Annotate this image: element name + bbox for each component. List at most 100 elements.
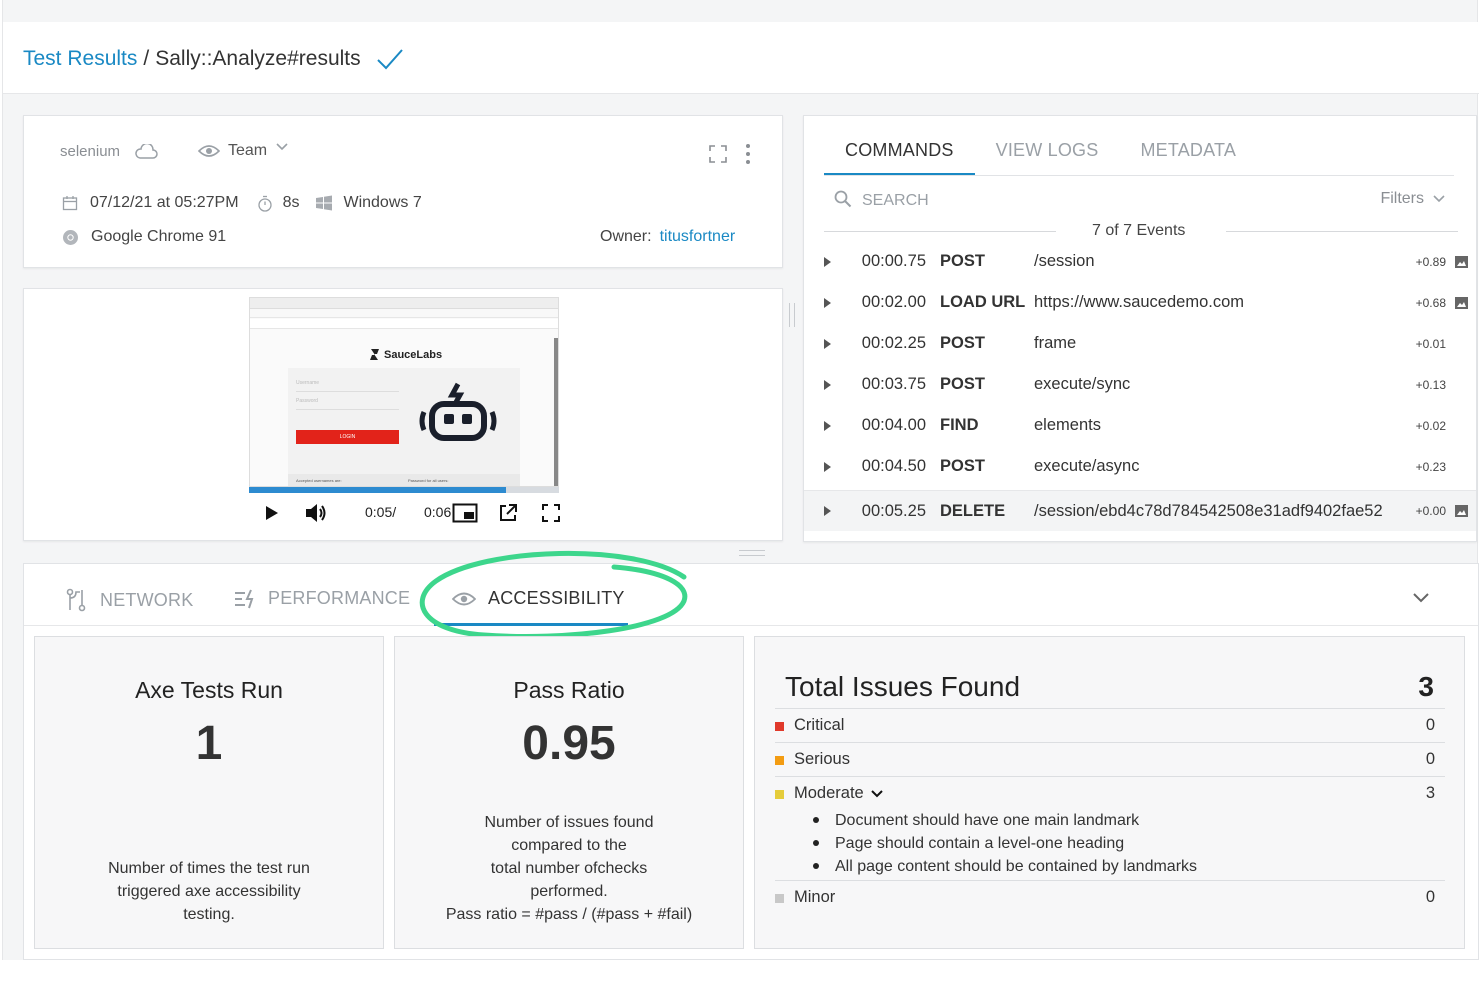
credentials-info: Accepted usernames are: Password for all…	[288, 474, 520, 486]
moderate-swatch	[775, 790, 784, 799]
owner-row: Owner: titusfortner	[600, 228, 735, 246]
passed-check-icon	[376, 49, 403, 70]
sauce-logo-icon	[370, 349, 379, 360]
expand-arrow-icon	[824, 461, 831, 472]
login-form: Username Password LOGIN	[288, 368, 520, 478]
axe-tests-description: Number of times the test run triggered a…	[108, 860, 310, 923]
chevron-down-icon	[871, 789, 883, 797]
page: Test Results / Sally::Analyze#results se…	[2, 0, 1479, 960]
password-input: Password	[296, 398, 399, 410]
owner-link[interactable]: titusfortner	[660, 228, 736, 246]
browser-chrome-bar	[250, 298, 558, 309]
visibility-label: Team	[228, 142, 268, 159]
filters-label: Filters	[1380, 190, 1424, 207]
tab-metadata[interactable]: METADATA	[1119, 116, 1257, 176]
test-os: Windows 7	[343, 194, 422, 211]
cloud-icon	[135, 143, 158, 159]
visibility-dropdown[interactable]: Team	[198, 142, 289, 160]
play-icon[interactable]	[265, 505, 279, 521]
screenshot-icon[interactable]	[1455, 505, 1468, 517]
list-item: Document should have one main landmark	[813, 809, 1197, 832]
video-frame: SauceLabs Username Password LOGIN Accept…	[249, 297, 559, 487]
tabs-underline	[824, 175, 1454, 176]
moderate-toggle[interactable]: Moderate	[794, 784, 884, 803]
volume-icon[interactable]	[304, 502, 328, 524]
breadcrumb-link-test-results[interactable]: Test Results	[23, 47, 137, 71]
highlight-ring	[419, 550, 688, 639]
expand-arrow-icon	[824, 338, 831, 349]
open-external-icon[interactable]	[498, 503, 518, 523]
search-input[interactable]: SEARCH	[862, 192, 1162, 210]
issues-panel: Total Issues Found 3 Critical 0 Serious …	[754, 636, 1465, 949]
commands-tabs: COMMANDS VIEW LOGS METADATA	[824, 116, 1257, 176]
issue-row-moderate[interactable]: Moderate 3 Document should have one main…	[775, 776, 1445, 880]
chevron-down-icon	[276, 143, 288, 151]
expand-arrow-icon	[824, 379, 831, 390]
browser-row: Google Chrome 91	[62, 228, 226, 246]
screenshot-icon[interactable]	[1455, 296, 1468, 309]
issues-title: Total Issues Found	[785, 671, 1021, 702]
list-item: Page should contain a level-one heading	[813, 832, 1197, 855]
test-info-card: selenium Team 07/12/21 at 05:27PM 8s Win…	[23, 115, 783, 268]
screenshot-icon[interactable]	[1455, 255, 1468, 268]
expand-arrow-icon	[824, 297, 831, 308]
more-options-icon[interactable]	[745, 143, 751, 165]
owner-label: Owner:	[600, 228, 652, 245]
test-duration: 8s	[282, 194, 300, 211]
performance-icon	[235, 589, 254, 608]
serious-swatch	[775, 756, 784, 765]
browser-address-bar	[250, 309, 558, 318]
calendar-icon	[62, 196, 78, 211]
automation-infobar	[250, 319, 558, 329]
tab-performance-label: PERFORMANCE	[268, 588, 411, 608]
events-divider-left	[824, 231, 1056, 232]
critical-swatch	[775, 722, 784, 731]
axe-tests-title: Axe Tests Run	[135, 677, 283, 703]
tab-performance[interactable]: PERFORMANCE	[234, 588, 410, 609]
chevron-down-icon	[1433, 195, 1445, 203]
minor-swatch	[775, 894, 784, 903]
pass-ratio-value: 0.95	[522, 717, 616, 770]
picture-in-picture-icon[interactable]	[452, 503, 478, 523]
video-card: SauceLabs Username Password LOGIN Accept…	[23, 288, 783, 541]
command-row[interactable]: 00:04.50 POST execute/async +0.23	[804, 446, 1476, 487]
test-date: 07/12/21 at 05:27PM	[90, 194, 239, 211]
saucelabs-logo: SauceLabs	[368, 348, 442, 361]
commands-card: COMMANDS VIEW LOGS METADATA SEARCH Filte…	[803, 115, 1477, 542]
network-icon	[66, 588, 86, 612]
issue-row-critical: Critical 0	[775, 708, 1445, 742]
video-fullscreen-icon[interactable]	[542, 504, 560, 522]
login-button: LOGIN	[296, 430, 399, 444]
command-row[interactable]: 00:03.75 POST execute/sync +0.13	[804, 364, 1476, 405]
issues-total: 3	[1418, 671, 1434, 702]
top-bar: Test Results / Sally::Analyze#results	[3, 22, 1479, 94]
video-player[interactable]: SauceLabs Username Password LOGIN Accept…	[249, 297, 560, 533]
tab-commands[interactable]: COMMANDS	[824, 116, 975, 176]
tab-network-label: NETWORK	[100, 589, 194, 610]
command-row-selected[interactable]: 00:05.25 DELETE /session/ebd4c78d7845425…	[804, 490, 1476, 531]
command-row[interactable]: 00:04.00 FIND elements +0.02	[804, 405, 1476, 446]
tab-network[interactable]: NETWORK	[66, 588, 193, 612]
axe-tests-value: 1	[195, 717, 223, 770]
issue-row-minor: Minor 0	[775, 880, 1445, 914]
command-row[interactable]: 00:00.75 POST /session +0.89	[804, 241, 1476, 282]
collapse-chevron-icon[interactable]	[1412, 592, 1430, 604]
command-row[interactable]: 00:02.00 LOAD URL https://www.saucedemo.…	[804, 282, 1476, 323]
search-icon	[834, 190, 852, 208]
moderate-issues-list: Document should have one main landmark P…	[813, 809, 1197, 878]
tab-view-logs[interactable]: VIEW LOGS	[975, 116, 1120, 176]
command-row[interactable]: 00:02.25 POST frame +0.01	[804, 323, 1476, 364]
filters-dropdown[interactable]: Filters	[1380, 190, 1446, 208]
video-current-time: 0:05/	[365, 504, 397, 520]
horizontal-resize-handle[interactable]	[739, 550, 765, 556]
breadcrumb-separator: /	[143, 47, 150, 70]
fullscreen-icon[interactable]	[708, 144, 728, 164]
events-divider-right	[1226, 231, 1458, 232]
expand-arrow-icon	[824, 506, 831, 516]
vertical-resize-handle[interactable]	[789, 303, 795, 327]
framework-row: selenium	[60, 143, 158, 160]
robot-icon	[419, 382, 497, 441]
meta-row: 07/12/21 at 05:27PM 8s Windows 7	[62, 194, 422, 212]
search-bar: SEARCH Filters	[834, 188, 1446, 218]
page-scrollbar	[554, 338, 558, 486]
